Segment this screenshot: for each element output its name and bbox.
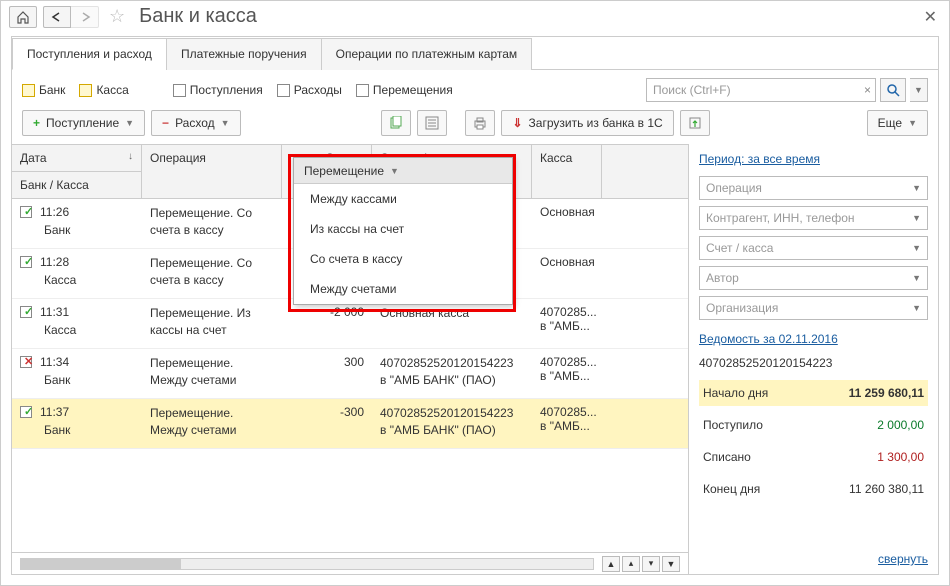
search-button[interactable] [880,78,906,102]
more-button[interactable]: Еще▼ [867,110,928,136]
search-dropdown[interactable]: ▼ [910,78,928,102]
vedomost-link[interactable]: Ведомость за 02.11.2016 [699,332,928,346]
doc-status-icon [20,306,34,318]
back-button[interactable] [43,6,71,28]
page-title: Банк и касса [139,5,257,28]
collapse-link[interactable]: свернуть [699,552,928,566]
account-number: 40702852520120154223 [699,356,928,370]
close-icon[interactable]: ✕ [920,7,941,27]
filter-author[interactable]: Автор▼ [699,266,928,290]
chk-perem[interactable] [356,84,369,97]
chk-kassa[interactable] [79,84,92,97]
doc-status-icon [20,206,34,218]
scroll-down[interactable]: ▾ [642,556,660,572]
load-bank-button[interactable]: ⇓Загрузить из банка в 1С [501,110,673,136]
chk-bank[interactable] [22,84,35,97]
chk-rashod[interactable] [277,84,290,97]
export-button[interactable] [680,110,710,136]
home-button[interactable] [9,6,37,28]
clear-search-icon[interactable]: × [864,83,871,97]
filter-account[interactable]: Счет / касса▼ [699,236,928,260]
dd-acct-to-kassa[interactable]: Со счета в кассу [294,244,512,274]
toolbar: +Поступление▼ −Расход▼ Перемещение▼ ⇓Заг… [12,110,938,144]
filter-bar: Банк Касса Поступления Расходы Перемещен… [12,70,938,110]
period-link[interactable]: Период: за все время [699,152,928,166]
dd-kassa-to-acct[interactable]: Из кассы на счет [294,214,512,244]
tab-receipts[interactable]: Поступления и расход [12,38,167,70]
doc-status-icon [20,256,34,268]
sort-icon[interactable]: ↓ [128,151,133,165]
scroll-up[interactable]: ▴ [622,556,640,572]
chk-postup[interactable] [173,84,186,97]
filter-contragent[interactable]: Контрагент, ИНН, телефон▼ [699,206,928,230]
perem-dropdown: Перемещение▼ Между кассами Из кассы на с… [293,157,513,305]
side-panel: Период: за все время Операция▼ Контраген… [688,144,938,574]
scroll-bottom[interactable]: ▼ [662,556,680,572]
perem-dd-button[interactable]: Перемещение▼ [294,158,512,184]
copy-button[interactable] [381,110,411,136]
rashod-button[interactable]: −Расход▼ [151,110,241,136]
table-row[interactable]: 11:34БанкПеремещение. Между счетами30040… [12,349,688,399]
search-input[interactable]: Поиск (Ctrl+F)× [646,78,876,102]
favorite-icon[interactable]: ☆ [109,6,125,27]
forward-button[interactable] [71,6,99,28]
tab-card-ops[interactable]: Операции по платежным картам [321,38,533,70]
print-button[interactable] [465,110,495,136]
doc-status-icon [20,406,34,418]
tab-payments[interactable]: Платежные поручения [166,38,322,70]
table-row[interactable]: 11:31КассаПеремещение. Из кассы на счет-… [12,299,688,349]
postup-button[interactable]: +Поступление▼ [22,110,145,136]
scroll-top[interactable]: ▲ [602,556,620,572]
doc-status-icon [20,356,34,368]
titlebar: ☆ Банк и касса ✕ [1,1,949,32]
dd-between-acct[interactable]: Между счетами [294,274,512,304]
tabs: Поступления и расход Платежные поручения… [12,37,938,70]
filter-org[interactable]: Организация▼ [699,296,928,320]
list-button[interactable] [417,110,447,136]
dd-between-kassa[interactable]: Между кассами [294,184,512,214]
filter-operation[interactable]: Операция▼ [699,176,928,200]
h-scrollbar[interactable] [20,558,594,570]
table-row[interactable]: 11:37БанкПеремещение. Между счетами-3004… [12,399,688,449]
